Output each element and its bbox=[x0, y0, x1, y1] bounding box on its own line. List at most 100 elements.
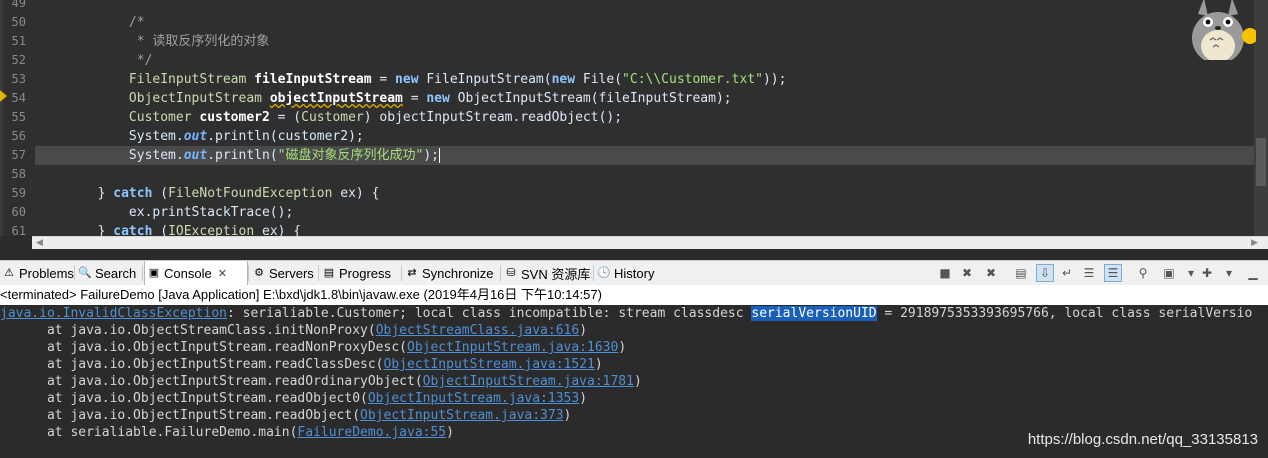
exception-link[interactable]: java.io.InvalidClassException bbox=[0, 306, 227, 321]
svn-repository-icon: ⛁ bbox=[506, 267, 516, 279]
tab-label: Console bbox=[164, 265, 212, 281]
code-token: System. bbox=[35, 148, 184, 163]
source-link[interactable]: FailureDemo.java:55 bbox=[297, 425, 446, 440]
code-token: ex) { bbox=[254, 224, 302, 236]
code-line[interactable]: * 读取反序列化的对象 bbox=[35, 32, 1254, 51]
source-link[interactable]: ObjectInputStream.java:1353 bbox=[368, 391, 579, 406]
tab-servers[interactable]: ⚙ Servers bbox=[250, 261, 318, 285]
tab-label: Search bbox=[95, 265, 137, 281]
tab-problems[interactable]: ⚠ Problems bbox=[0, 261, 74, 285]
code-token: ( bbox=[152, 224, 169, 236]
line-number: 59 bbox=[11, 186, 26, 200]
editor-vertical-scrollbar[interactable] bbox=[1254, 0, 1268, 236]
code-line[interactable]: } catch (FileNotFoundException ex) { bbox=[35, 184, 1254, 203]
code-token: /* bbox=[35, 15, 145, 30]
tab-progress[interactable]: ▤ Progress bbox=[320, 261, 401, 285]
code-line[interactable]: */ bbox=[35, 51, 1254, 70]
trace-frame-suffix: ) bbox=[618, 340, 627, 355]
code-line[interactable]: System.out.println("磁盘对象反序列化成功"); bbox=[35, 146, 1254, 165]
code-token: .println( bbox=[207, 148, 278, 163]
trace-frame-text: at serialiable.FailureDemo.main( bbox=[0, 425, 298, 440]
code-line[interactable]: ObjectInputStream objectInputStream = ne… bbox=[35, 89, 1254, 108]
code-token: * 读取反序列化的对象 bbox=[35, 34, 270, 49]
show-on-error-icon[interactable]: ☰ bbox=[1104, 264, 1122, 282]
source-link[interactable]: ObjectInputStream.java:1521 bbox=[384, 357, 595, 372]
pin-console-icon[interactable]: ⚲ bbox=[1134, 264, 1152, 282]
show-on-output-icon[interactable]: ☰ bbox=[1080, 264, 1098, 282]
code-token: File( bbox=[575, 72, 623, 87]
code-token: IOException bbox=[168, 224, 255, 236]
minimize-icon[interactable]: ▁ bbox=[1244, 264, 1262, 282]
code-token: ex) { bbox=[332, 186, 380, 201]
code-token: ); bbox=[423, 148, 439, 163]
code-line[interactable]: ex.printStackTrace(); bbox=[35, 203, 1254, 222]
stack-trace-line: at java.io.ObjectInputStream.readObject(… bbox=[0, 407, 571, 424]
code-line[interactable]: System.out.println(customer2); bbox=[35, 127, 1254, 146]
line-number: 57 bbox=[11, 148, 26, 162]
code-line[interactable] bbox=[35, 165, 1254, 184]
code-line[interactable]: FileInputStream fileInputStream = new Fi… bbox=[35, 70, 1254, 89]
remove-launch-icon[interactable]: ✖ bbox=[958, 264, 976, 282]
open-console-icon[interactable]: ✚ bbox=[1198, 264, 1216, 282]
code-token: System. bbox=[35, 129, 184, 144]
code-token: catch bbox=[113, 186, 153, 201]
console-process-label: <terminated> FailureDemo [Java Applicati… bbox=[0, 285, 1268, 305]
tab-svn[interactable]: ⛁ SVN 资源库 bbox=[502, 261, 593, 285]
code-line[interactable] bbox=[35, 0, 1254, 13]
scroll-lock-icon[interactable]: ⇩ bbox=[1036, 264, 1054, 282]
line-number: 55 bbox=[11, 110, 26, 124]
source-link[interactable]: ObjectStreamClass.java:616 bbox=[376, 323, 580, 338]
code-token: out bbox=[183, 129, 208, 144]
search-icon: 🔍 bbox=[78, 267, 92, 279]
tab-label: Progress bbox=[339, 265, 392, 281]
selected-text[interactable]: serialVersionUID bbox=[751, 306, 877, 321]
servers-icon: ⚙ bbox=[254, 267, 264, 279]
remove-all-terminated-icon[interactable]: ✖ bbox=[982, 264, 1000, 282]
code-line[interactable]: /* bbox=[35, 13, 1254, 32]
code-token: FileNotFoundException bbox=[168, 186, 333, 201]
code-line[interactable]: Customer customer2 = (Customer) objectIn… bbox=[35, 108, 1254, 127]
scroll-left-arrow-icon[interactable]: ◀ bbox=[36, 237, 43, 249]
code-token: catch bbox=[113, 224, 153, 236]
code-token: fileInputStream bbox=[254, 72, 372, 87]
tab-search[interactable]: 🔍 Search bbox=[76, 261, 142, 285]
code-token: "C:\\Customer.txt" bbox=[622, 72, 763, 87]
exception-line: java.io.InvalidClassException: serialiab… bbox=[0, 305, 1252, 322]
line-number: 49 bbox=[11, 0, 26, 10]
editor-horizontal-scrollbar[interactable]: ◀ ▶ bbox=[32, 236, 1268, 249]
open-console-dropdown-icon[interactable]: ▾ bbox=[1220, 264, 1238, 282]
tab-label: SVN 资源库 bbox=[521, 266, 591, 282]
tab-console[interactable]: ▣ Console ✕ bbox=[144, 261, 248, 285]
source-link[interactable]: ObjectInputStream.java:373 bbox=[360, 408, 564, 423]
scroll-right-arrow-icon[interactable]: ▶ bbox=[1251, 237, 1258, 249]
view-tab-bar: ⚠ Problems 🔍 Search ▣ Console ✕ ⚙ Servers ▤ Progre… bbox=[0, 260, 1268, 286]
code-token: } bbox=[35, 224, 114, 236]
close-icon[interactable]: ✕ bbox=[218, 267, 227, 280]
line-number: 50 bbox=[11, 15, 26, 29]
code-editor[interactable]: 49 50 51 52 53 54 55 56 57 58 59 60 61 /* * 读取反序列化的对… bbox=[0, 0, 1268, 236]
code-line[interactable]: } catch (IOException ex) { bbox=[35, 222, 1254, 236]
terminate-icon[interactable]: ■ bbox=[936, 264, 954, 282]
code-token: objectInputStream bbox=[269, 91, 403, 106]
console-icon: ▣ bbox=[148, 267, 160, 279]
source-link[interactable]: ObjectInputStream.java:1630 bbox=[407, 340, 618, 355]
code-token: customer2 bbox=[199, 110, 270, 125]
console-output[interactable]: java.io.InvalidClassException: serialiab… bbox=[0, 305, 1268, 458]
line-number: 61 bbox=[11, 224, 26, 236]
display-selected-console-icon[interactable]: ▣ bbox=[1160, 264, 1178, 282]
tab-synchronize[interactable]: ⇄ Synchronize bbox=[403, 261, 500, 285]
line-number: 54 bbox=[11, 91, 26, 105]
scroll-thumb[interactable] bbox=[1256, 138, 1266, 186]
code-token: */ bbox=[35, 53, 153, 68]
text-caret bbox=[438, 148, 440, 163]
line-number: 58 bbox=[11, 167, 26, 181]
word-wrap-icon[interactable]: ↵ bbox=[1058, 264, 1076, 282]
clear-console-icon[interactable]: ▤ bbox=[1012, 264, 1030, 282]
tab-history[interactable]: 🕓 History bbox=[595, 261, 663, 285]
tab-label: History bbox=[614, 265, 655, 281]
exception-message-tail: = 2918975353393695766, local class seria… bbox=[876, 306, 1253, 321]
stack-trace-line: at java.io.ObjectInputStream.readClassDe… bbox=[0, 356, 603, 373]
source-link[interactable]: ObjectInputStream.java:1781 bbox=[423, 374, 634, 389]
